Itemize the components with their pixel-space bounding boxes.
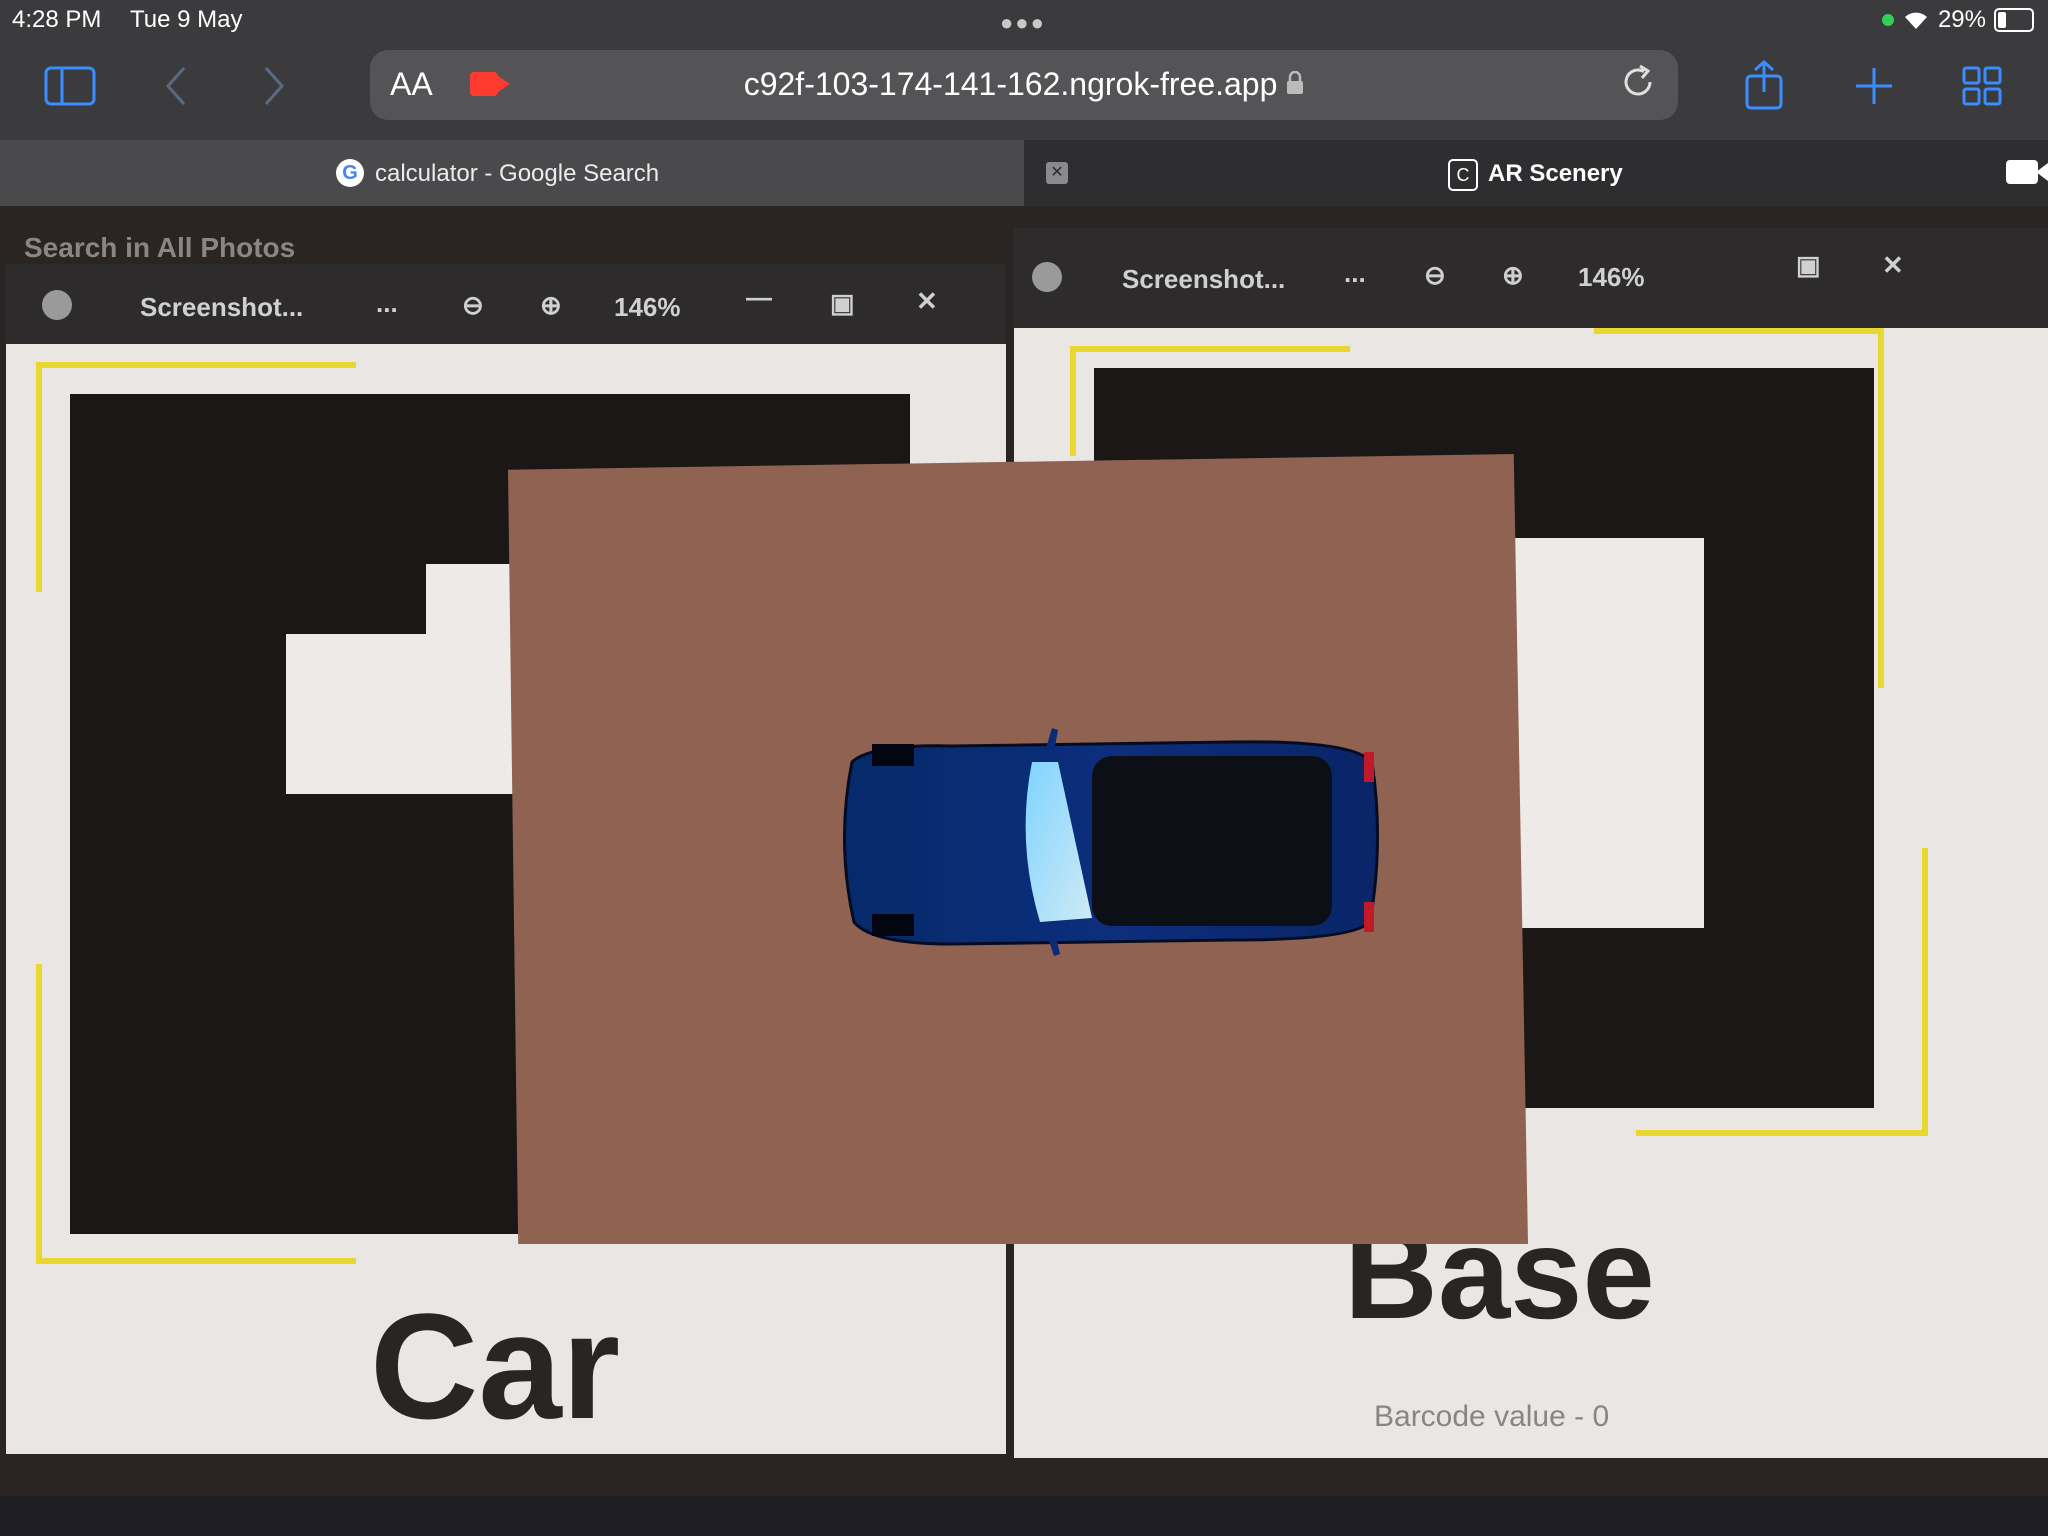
marker-corner-line bbox=[1594, 328, 1884, 334]
marker-corner-line bbox=[1922, 848, 1928, 1136]
more-icon[interactable]: ... bbox=[1344, 258, 1366, 289]
address-bar[interactable]: AA c92f-103-174-141-162.ngrok-free.app bbox=[370, 50, 1678, 120]
status-date: Tue 9 May bbox=[130, 6, 243, 33]
wifi-icon bbox=[1904, 12, 1927, 29]
tab-calculator[interactable]: G calculator - Google Search bbox=[0, 140, 1024, 206]
close-icon[interactable]: ✕ bbox=[916, 286, 938, 317]
tab-title: calculator - Google Search bbox=[375, 160, 660, 187]
camera-icon[interactable] bbox=[2006, 160, 2048, 184]
google-favicon-icon: G bbox=[336, 159, 364, 187]
lock-icon bbox=[1287, 70, 1304, 94]
search-photos-label: Search in All Photos bbox=[24, 232, 296, 263]
maximize-icon[interactable]: ▣ bbox=[1796, 250, 1821, 281]
ar-camera-view[interactable]: Search in All Photos Screenshot... ... ⊖… bbox=[0, 206, 2048, 1536]
more-icon[interactable]: ... bbox=[376, 288, 398, 319]
site-favicon-icon: C bbox=[1448, 159, 1478, 191]
multitasking-dots-icon[interactable]: ●●● bbox=[1000, 10, 1046, 36]
minimize-icon[interactable]: — bbox=[746, 282, 772, 313]
window-title: Screenshot... bbox=[1122, 264, 1286, 294]
marker-corner-line bbox=[36, 362, 42, 592]
forward-icon[interactable] bbox=[262, 64, 286, 108]
close-icon[interactable]: ✕ bbox=[1882, 250, 1904, 281]
barcode-value: Barcode value - 0 bbox=[1374, 1400, 1610, 1433]
window-titlebar: Screenshot... ... ⊖ ⊕ 146% ▣ ✕ bbox=[1014, 228, 2048, 328]
battery-percent: 29% bbox=[1937, 6, 1986, 33]
tab-bar: G calculator - Google Search ✕ C AR Scen… bbox=[0, 140, 2048, 206]
marker-corner-line bbox=[1636, 1130, 1928, 1136]
zoom-level: 146% bbox=[614, 292, 681, 322]
back-icon[interactable] bbox=[164, 64, 188, 108]
zoom-in-icon[interactable]: ⊕ bbox=[540, 290, 562, 321]
desktop-taskbar bbox=[0, 1496, 2048, 1536]
camera-in-use-icon bbox=[1881, 14, 1894, 26]
app-icon bbox=[1032, 262, 1062, 292]
zoom-in-icon[interactable]: ⊕ bbox=[1502, 260, 1524, 291]
tabs-grid-icon[interactable] bbox=[1962, 66, 2002, 106]
battery-icon bbox=[1994, 8, 2034, 32]
maximize-icon[interactable]: ▣ bbox=[830, 288, 855, 319]
url-label: c92f-103-174-141-162.ngrok-free.app bbox=[743, 66, 1278, 102]
window-titlebar: Screenshot... ... ⊖ ⊕ 146% — ▣ ✕ bbox=[6, 264, 1006, 344]
status-bar: 4:28 PM Tue 9 May ●●● 29% bbox=[0, 0, 2048, 42]
car-label: Car bbox=[370, 1282, 621, 1450]
tab-title: AR Scenery bbox=[1488, 160, 1623, 187]
marker-corner-line bbox=[1070, 346, 1076, 456]
browser-toolbar: AA c92f-103-174-141-162.ngrok-free.app bbox=[0, 42, 2048, 140]
marker-corner-line bbox=[1878, 328, 1884, 688]
marker-corner-line bbox=[36, 362, 356, 368]
status-time: 4:28 PM bbox=[12, 6, 102, 33]
ar-car-model bbox=[842, 728, 1380, 956]
zoom-out-icon[interactable]: ⊖ bbox=[462, 290, 484, 321]
add-tab-icon[interactable] bbox=[1854, 66, 1894, 106]
sidebar-icon[interactable] bbox=[44, 66, 96, 106]
window-title: Screenshot... bbox=[140, 292, 304, 322]
battery-fill bbox=[1998, 12, 2006, 28]
marker-corner-line bbox=[36, 1258, 356, 1264]
zoom-level: 146% bbox=[1578, 262, 1645, 292]
marker-corner-line bbox=[1070, 346, 1350, 352]
marker-corner-line bbox=[36, 964, 42, 1264]
url-text[interactable]: c92f-103-174-141-162.ngrok-free.app bbox=[370, 66, 1678, 103]
status-indicators: 29% bbox=[1881, 6, 2034, 34]
share-icon[interactable] bbox=[1744, 60, 1784, 110]
reload-icon[interactable] bbox=[1618, 62, 1658, 102]
app-icon bbox=[42, 290, 72, 320]
zoom-out-icon[interactable]: ⊖ bbox=[1424, 260, 1446, 291]
close-tab-icon[interactable]: ✕ bbox=[1046, 162, 1068, 184]
